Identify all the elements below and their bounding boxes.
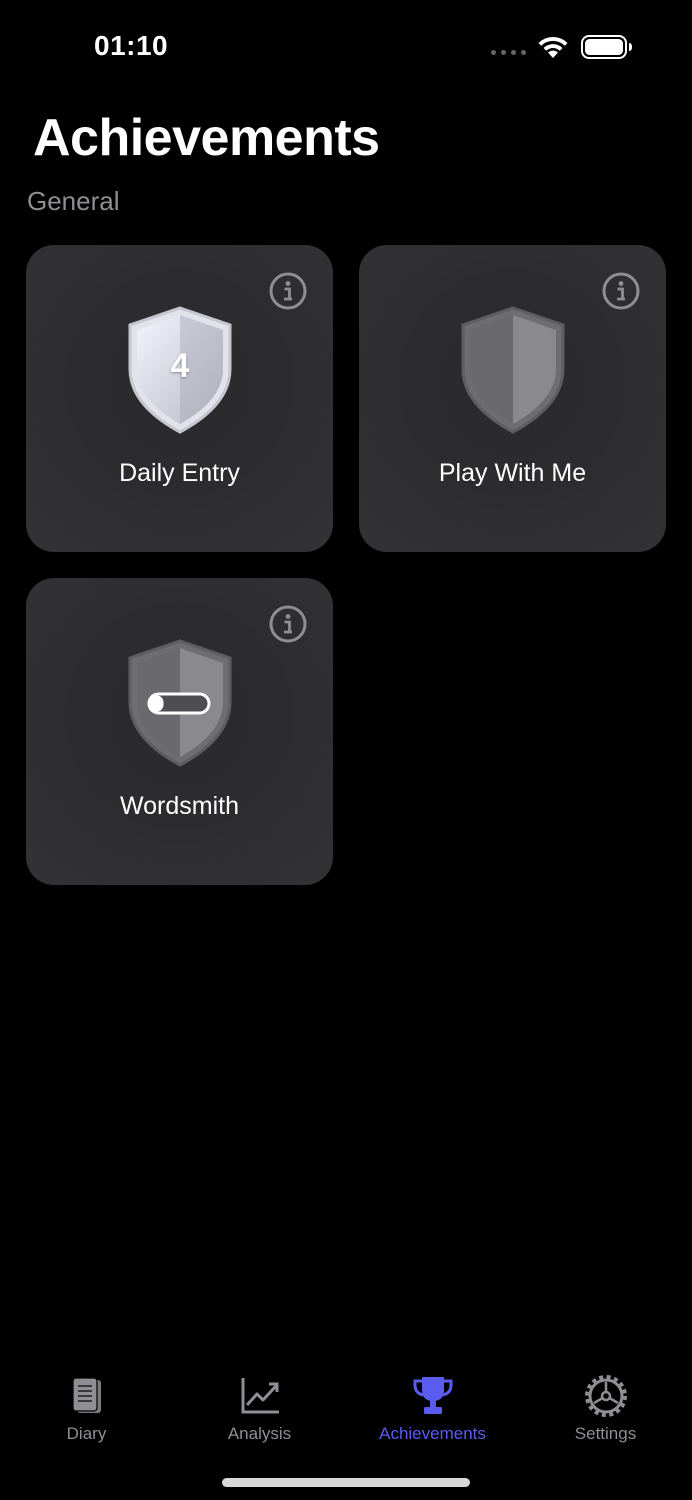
tab-achievements[interactable]: Achievements — [346, 1360, 519, 1450]
page-title: Achievements — [33, 109, 380, 167]
info-icon[interactable] — [601, 271, 641, 311]
shield-badge-icon — [461, 306, 565, 434]
battery-icon — [581, 35, 632, 59]
status-bar: 01:10 — [0, 0, 692, 90]
status-time: 01:10 — [94, 30, 169, 61]
tab-settings[interactable]: Settings — [519, 1360, 692, 1450]
card-label: Wordsmith — [119, 792, 239, 820]
gear-icon — [584, 1375, 627, 1417]
info-icon[interactable] — [268, 271, 308, 311]
badge-level-number: 4 — [170, 347, 190, 385]
book-icon — [71, 1377, 101, 1413]
tab-analysis[interactable]: Analysis — [173, 1360, 346, 1450]
achievement-card-daily-entry[interactable]: 4 Daily Entry — [26, 245, 333, 552]
tab-label: Analysis — [227, 1424, 292, 1443]
trophy-icon — [413, 1377, 452, 1414]
tab-bar: Diary Analysis Achievements Settings — [0, 1360, 692, 1460]
achievement-card-play-with-me[interactable]: Play With Me — [359, 245, 666, 552]
tab-label: Achievements — [379, 1424, 486, 1443]
achievement-card-wordsmith[interactable]: Wordsmith — [26, 578, 333, 885]
wifi-icon — [538, 36, 568, 58]
cellular-signal-icon — [491, 50, 526, 55]
tab-label: Settings — [574, 1424, 637, 1443]
card-label: Daily Entry — [119, 459, 240, 487]
home-indicator[interactable] — [222, 1478, 470, 1487]
tab-label: Diary — [66, 1424, 107, 1443]
chart-icon — [241, 1378, 279, 1414]
shield-badge-icon — [128, 639, 232, 767]
section-title-general: General — [27, 186, 120, 216]
info-icon[interactable] — [268, 604, 308, 644]
tab-diary[interactable]: Diary — [0, 1360, 173, 1450]
card-label: Play With Me — [438, 459, 587, 487]
